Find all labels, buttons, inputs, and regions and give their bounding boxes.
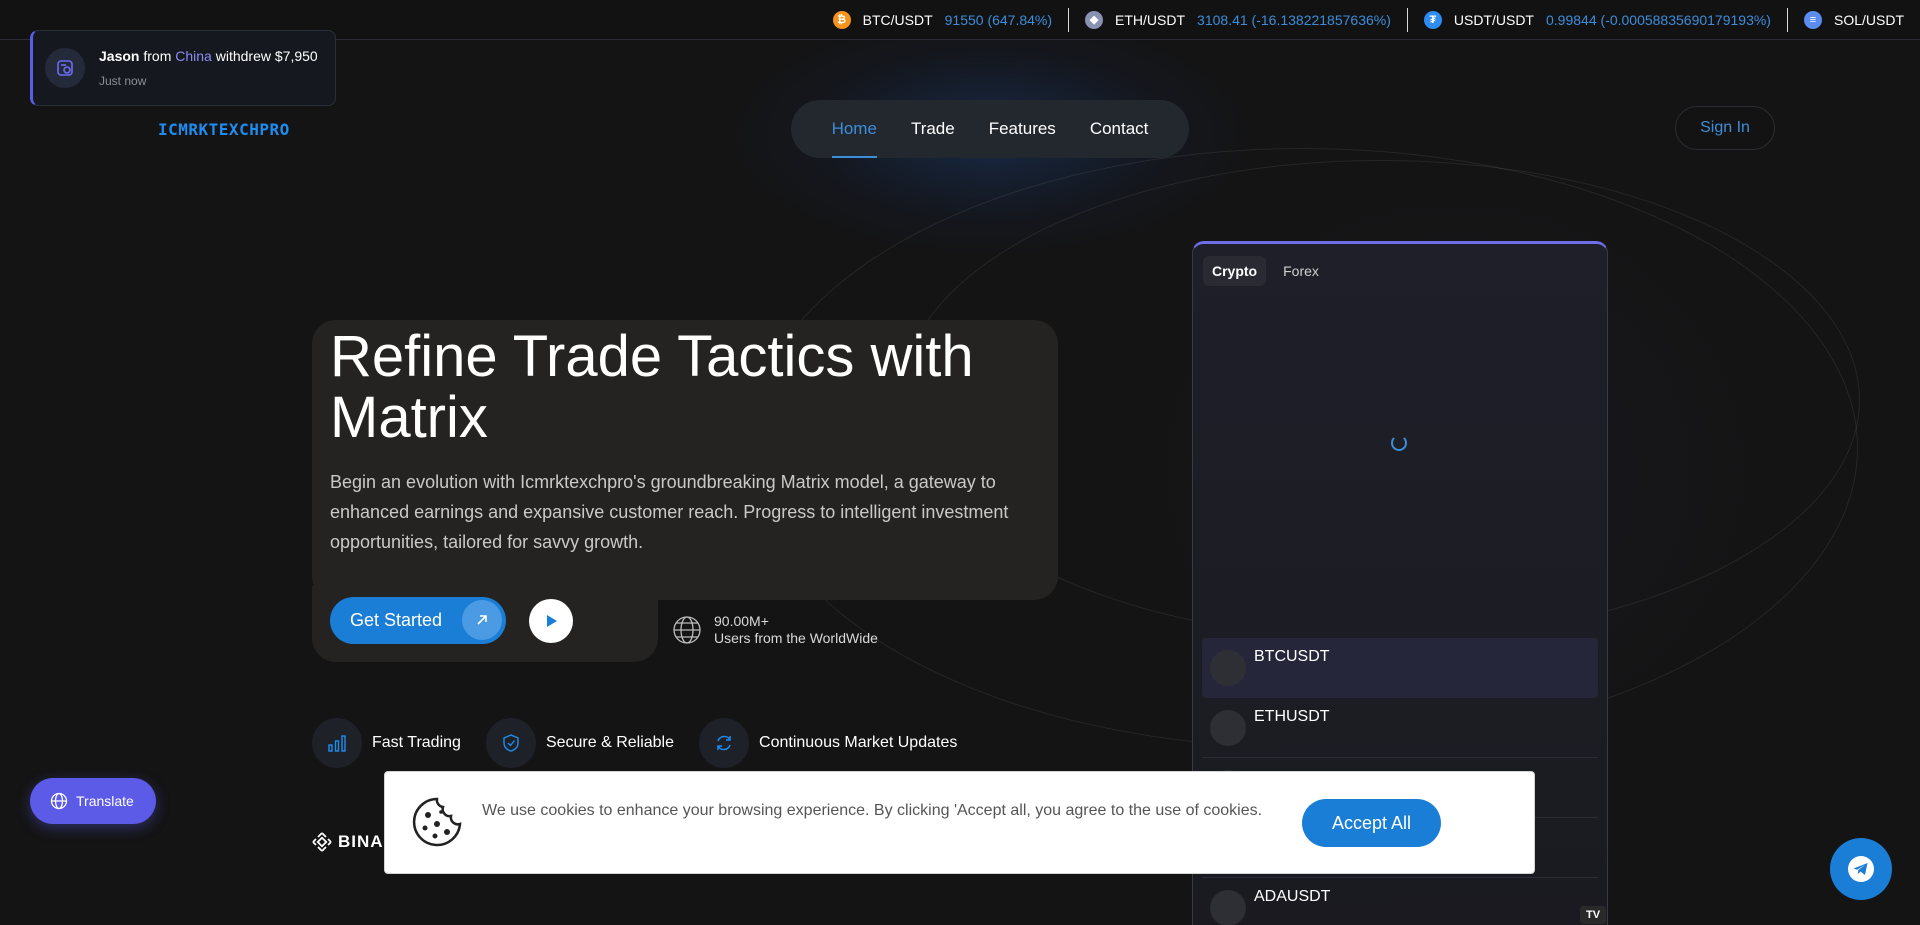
sign-in-button[interactable]: Sign In [1675,106,1775,150]
nav-link-trade[interactable]: Trade [911,100,955,158]
cookie-text: We use cookies to enhance your browsing … [482,802,1263,819]
play-video-button[interactable] [529,599,573,643]
withdraw-icon [45,48,85,88]
notification-country: China [175,48,212,64]
ticker-pair: USDT/USDT [1453,11,1534,28]
market-row[interactable]: ETHUSDT [1202,698,1598,758]
nav-link-contact[interactable]: Contact [1090,100,1149,158]
hero-description: Begin an evolution with Icmrktexchpro's … [330,472,1009,552]
ticker-item[interactable]: ≡ SOL/USDT [1788,8,1920,32]
ethereum-icon: ◆ [1085,10,1104,29]
binance-icon [312,832,332,852]
ticker-price: 0.99844 (-0.00058835690179193%) [1546,11,1771,28]
get-started-label: Get Started [350,610,443,630]
users-count: 90.00M+ [714,613,769,629]
cookie-banner: We use cookies to enhance your browsing … [384,771,1535,874]
notification-from: from [143,48,172,64]
notification-action: withdrew $7,950 [215,48,318,64]
arrow-up-right-icon [462,600,502,640]
withdraw-notification: Jason from China withdrew $7,950 Just no… [30,30,336,106]
users-label: Users from the WorldWide [714,630,878,646]
site-logo[interactable]: ICMRKTEXCHPRO [158,106,290,139]
ticker-pair: BTC/USDT [862,11,933,28]
cookie-icon [412,797,462,847]
globe-icon [50,792,68,810]
users-stat: 90.00M+ Users from the WorldWide [672,613,878,647]
tradingview-badge[interactable]: TV [1580,906,1606,924]
main-nav: Home Trade Features Contact [791,100,1189,158]
feature-label: Continuous Market Updates [759,734,958,751]
tab-crypto[interactable]: Crypto [1203,256,1267,286]
ticker-item[interactable]: ₿ BTC/USDT 91550 (647.84%) [817,7,1070,32]
tab-forex[interactable]: Forex [1274,256,1328,286]
partner-logo: BINA [312,832,384,852]
ticker-price: 91550 (647.84%) [944,11,1053,28]
solana-icon: ≡ [1803,10,1822,29]
shield-check-icon [485,718,536,768]
market-row[interactable]: BTCUSDT [1202,638,1598,698]
feature-item: Fast Trading [312,718,461,768]
feature-item: Continuous Market Updates [699,718,957,768]
refresh-icon [699,718,750,768]
market-row[interactable]: ADAUSDT [1202,878,1598,925]
ticker-price: 3108.41 (-16.138221857636%) [1197,11,1391,28]
coin-icon [1210,890,1246,925]
loading-spinner-icon [1391,435,1407,451]
ticker-item[interactable]: ◆ ETH/USDT 3108.41 (-16.138221857636%) [1069,7,1408,32]
market-symbol: BTCUSDT [1254,648,1330,665]
translate-button[interactable]: Translate [30,778,156,824]
tether-icon: ₮ [1423,10,1442,29]
coin-icon [1210,650,1246,686]
get-started-button[interactable]: Get Started [330,597,506,644]
coin-icon [1210,710,1246,746]
feature-label: Fast Trading [372,734,461,751]
market-symbol: ADAUSDT [1254,888,1331,905]
accept-all-button[interactable]: Accept All [1302,799,1441,847]
ticker-pair: ETH/USDT [1115,11,1186,28]
play-icon [547,615,557,627]
bitcoin-icon: ₿ [832,10,851,29]
notification-name: Jason [99,48,140,64]
nav-link-home[interactable]: Home [831,100,878,158]
notification-message: Jason from China withdrew $7,950 [99,48,318,64]
hero-title: Refine Trade Tactics with Matrix [330,324,974,450]
feature-label: Secure & Reliable [545,734,675,751]
telegram-button[interactable] [1830,838,1892,900]
bar-chart-icon [312,718,362,768]
feature-item: Secure & Reliable [485,718,675,768]
feature-list: Fast Trading Secure & Reliable Continuou… [312,718,982,768]
partner-name: BINA [338,832,384,851]
logo-text: ICMRKTEXCHPRO [158,120,290,139]
telegram-icon [1848,856,1874,882]
translate-label: Translate [76,793,134,809]
ticker-pair: SOL/USDT [1833,11,1904,28]
market-symbol: ETHUSDT [1254,708,1330,725]
globe-icon [673,616,701,644]
nav-link-features[interactable]: Features [989,100,1056,158]
ticker-item[interactable]: ₮ USDT/USDT 0.99844 (-0.00058835690179193%… [1408,7,1788,32]
notification-time: Just now [99,74,147,88]
